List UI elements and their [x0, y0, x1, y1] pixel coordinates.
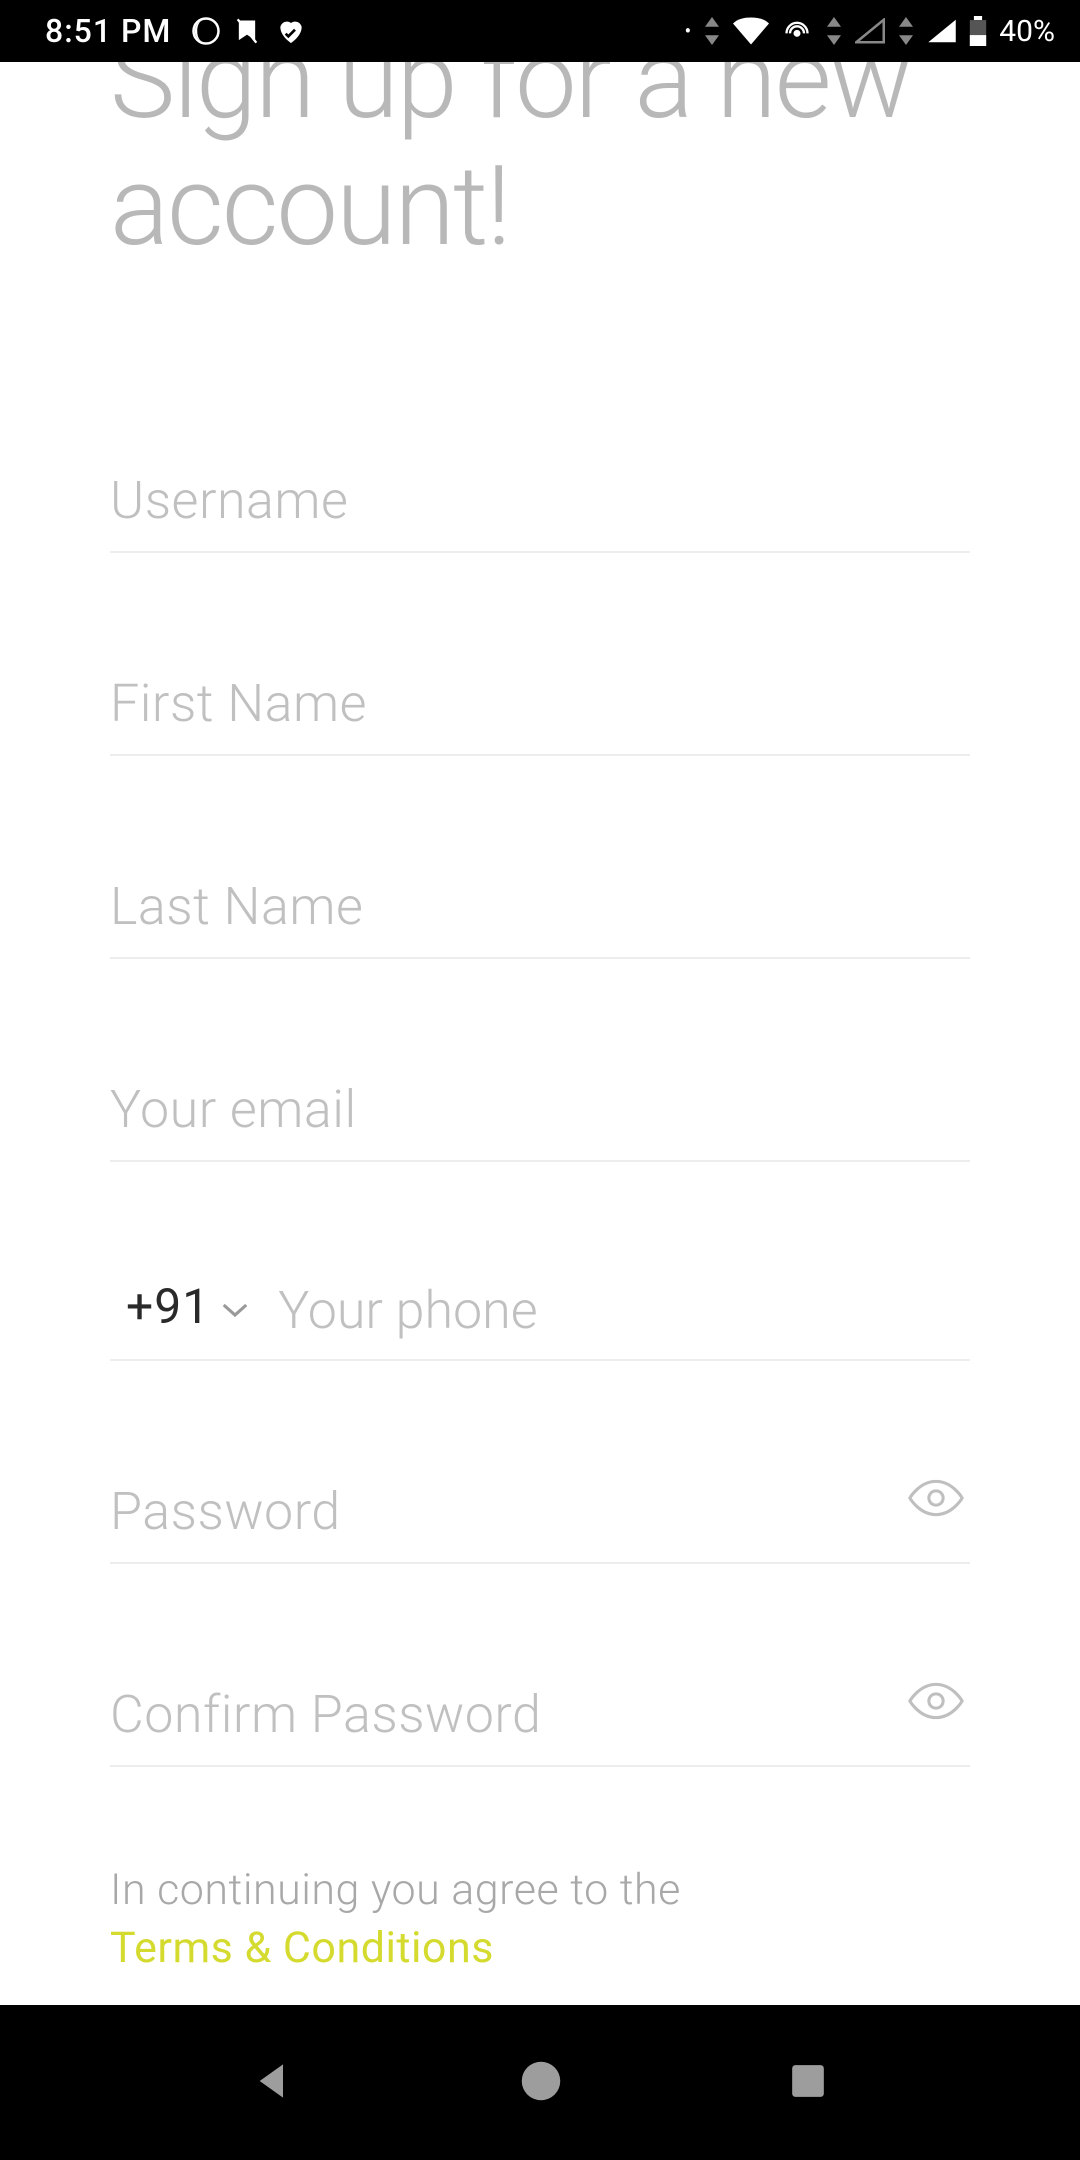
- battery-icon: [969, 16, 987, 46]
- heart-icon: [273, 15, 309, 47]
- status-icons-left: [191, 15, 309, 47]
- password-input[interactable]: [110, 1471, 970, 1564]
- dot-icon: •: [685, 19, 692, 43]
- updown3-icon: [897, 17, 915, 45]
- dnd-icon: [233, 16, 261, 46]
- signal-icon: [927, 18, 957, 44]
- country-code-selector[interactable]: +91: [126, 1278, 210, 1335]
- nav-recent-button[interactable]: [789, 2062, 827, 2104]
- username-field-group: [110, 460, 970, 553]
- battery-percentage: 40%: [999, 14, 1055, 49]
- hotspot-icon: [781, 17, 813, 45]
- terms-link[interactable]: Terms & Conditions: [110, 1923, 970, 1973]
- password-field-group: [110, 1471, 970, 1564]
- moon-icon: [191, 16, 221, 46]
- nav-back-button[interactable]: [253, 2059, 293, 2107]
- chevron-down-icon[interactable]: [220, 1300, 250, 1320]
- username-input[interactable]: [110, 460, 970, 553]
- updown2-icon: [825, 17, 843, 45]
- email-field-group: [110, 1069, 970, 1162]
- eye-icon[interactable]: [907, 1682, 965, 1720]
- lastname-input[interactable]: [110, 866, 970, 959]
- phone-field-group: +91: [110, 1272, 970, 1361]
- confirm-password-field-group: [110, 1674, 970, 1767]
- firstname-field-group: [110, 663, 970, 756]
- firstname-input[interactable]: [110, 663, 970, 756]
- confirm-password-input[interactable]: [110, 1674, 970, 1767]
- lastname-field-group: [110, 866, 970, 959]
- status-right: • 40%: [685, 14, 1055, 49]
- content-area: Sign up for a new account! +91 In contin…: [0, 62, 1080, 2005]
- phone-input[interactable]: [278, 1272, 970, 1341]
- terms-text: In continuing you agree to the: [110, 1865, 970, 1915]
- status-left: 8:51 PM: [45, 12, 309, 50]
- signal-empty-icon: [855, 18, 885, 44]
- page-title: Sign up for a new account!: [110, 62, 970, 270]
- email-input[interactable]: [110, 1069, 970, 1162]
- wifi-icon: [733, 17, 769, 45]
- nav-home-button[interactable]: [520, 2060, 562, 2106]
- status-bar: 8:51 PM • 40%: [0, 0, 1080, 62]
- status-time: 8:51 PM: [45, 12, 171, 50]
- navigation-bar: [0, 2005, 1080, 2160]
- eye-icon[interactable]: [907, 1479, 965, 1517]
- updown-icon: [703, 17, 721, 45]
